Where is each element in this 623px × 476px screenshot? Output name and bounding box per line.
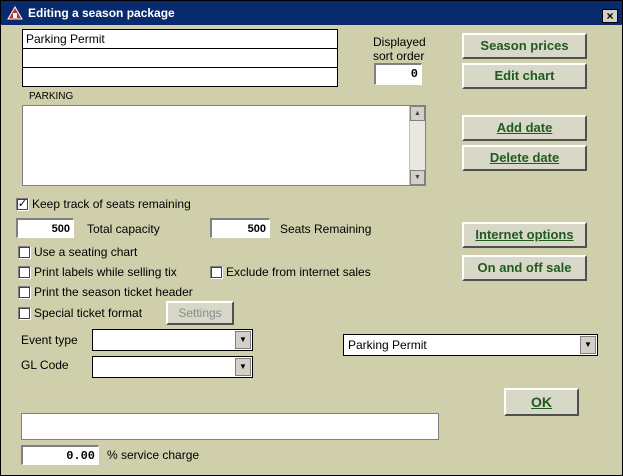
print-header-checkbox[interactable] — [18, 286, 31, 299]
delete-date-label: Delete date — [489, 150, 560, 165]
window-title: Editing a season package — [28, 6, 175, 20]
chevron-down-icon[interactable]: ▼ — [235, 331, 251, 349]
close-button[interactable]: × — [602, 9, 618, 23]
description-textarea[interactable]: ▲ ▼ — [22, 105, 426, 186]
ok-label: OK — [531, 394, 552, 410]
settings-button[interactable]: Settings — [166, 301, 234, 325]
seats-remaining-input[interactable]: 500 — [210, 218, 270, 238]
event-type-label: Event type — [21, 333, 78, 347]
sort-order-input[interactable]: 0 — [374, 63, 422, 85]
scroll-down-icon[interactable]: ▼ — [410, 170, 425, 185]
dialog-window: Editing a season package × Parking Permi… — [0, 0, 623, 476]
app-icon — [7, 6, 23, 20]
chevron-down-icon[interactable]: ▼ — [580, 336, 596, 354]
exclude-internet-checkbox[interactable] — [210, 266, 223, 279]
add-date-label: Add date — [496, 120, 553, 135]
chevron-down-icon[interactable]: ▼ — [235, 358, 251, 376]
keep-track-label: Keep track of seats remaining — [32, 197, 191, 211]
use-seating-chart-checkbox[interactable] — [18, 246, 31, 259]
service-charge-label: % service charge — [107, 448, 200, 462]
special-format-checkbox[interactable] — [18, 307, 31, 320]
package-name-input[interactable]: Parking Permit — [22, 29, 338, 49]
package-line2-input[interactable] — [22, 48, 338, 68]
package-name-text: Parking Permit — [26, 32, 105, 46]
edit-chart-button[interactable]: Edit chart — [462, 63, 587, 89]
print-labels-checkbox[interactable] — [18, 266, 31, 279]
print-labels-label: Print labels while selling tix — [34, 265, 177, 279]
season-prices-button[interactable]: Season prices — [462, 33, 587, 59]
sort-order-label: Displayed sort order — [373, 35, 426, 63]
package-select[interactable]: Parking Permit ▼ — [343, 334, 598, 356]
notes-input[interactable] — [21, 413, 439, 440]
internet-options-label: Internet options — [475, 227, 574, 242]
seats-remaining-label: Seats Remaining — [280, 222, 372, 236]
checkmark-icon: ✓ — [17, 198, 28, 210]
package-line3-input[interactable] — [22, 67, 338, 87]
print-header-label: Print the season ticket header — [34, 285, 193, 299]
title-bar: Editing a season package × — [1, 1, 622, 25]
add-date-button[interactable]: Add date — [462, 115, 587, 141]
delete-date-button[interactable]: Delete date — [462, 145, 587, 171]
exclude-internet-label: Exclude from internet sales — [226, 265, 371, 279]
keep-track-checkbox[interactable]: ✓ — [16, 198, 29, 211]
gl-code-select[interactable]: ▼ — [92, 356, 253, 378]
special-format-label: Special ticket format — [34, 306, 143, 320]
ok-button[interactable]: OK — [504, 388, 579, 416]
package-select-value: Parking Permit — [348, 338, 427, 352]
total-capacity-input[interactable]: 500 — [16, 218, 74, 238]
use-seating-chart-label: Use a seating chart — [34, 245, 138, 259]
description-scrollbar[interactable]: ▲ ▼ — [409, 106, 425, 185]
scroll-up-icon[interactable]: ▲ — [410, 106, 425, 121]
category-label: PARKING — [29, 91, 74, 102]
close-icon: × — [606, 9, 614, 23]
event-type-select[interactable]: ▼ — [92, 329, 253, 351]
on-off-sale-button[interactable]: On and off sale — [462, 255, 587, 281]
gl-code-label: GL Code — [21, 358, 69, 372]
internet-options-button[interactable]: Internet options — [462, 222, 587, 248]
total-capacity-label: Total capacity — [87, 222, 160, 236]
service-charge-input[interactable]: 0.00 — [21, 445, 99, 465]
